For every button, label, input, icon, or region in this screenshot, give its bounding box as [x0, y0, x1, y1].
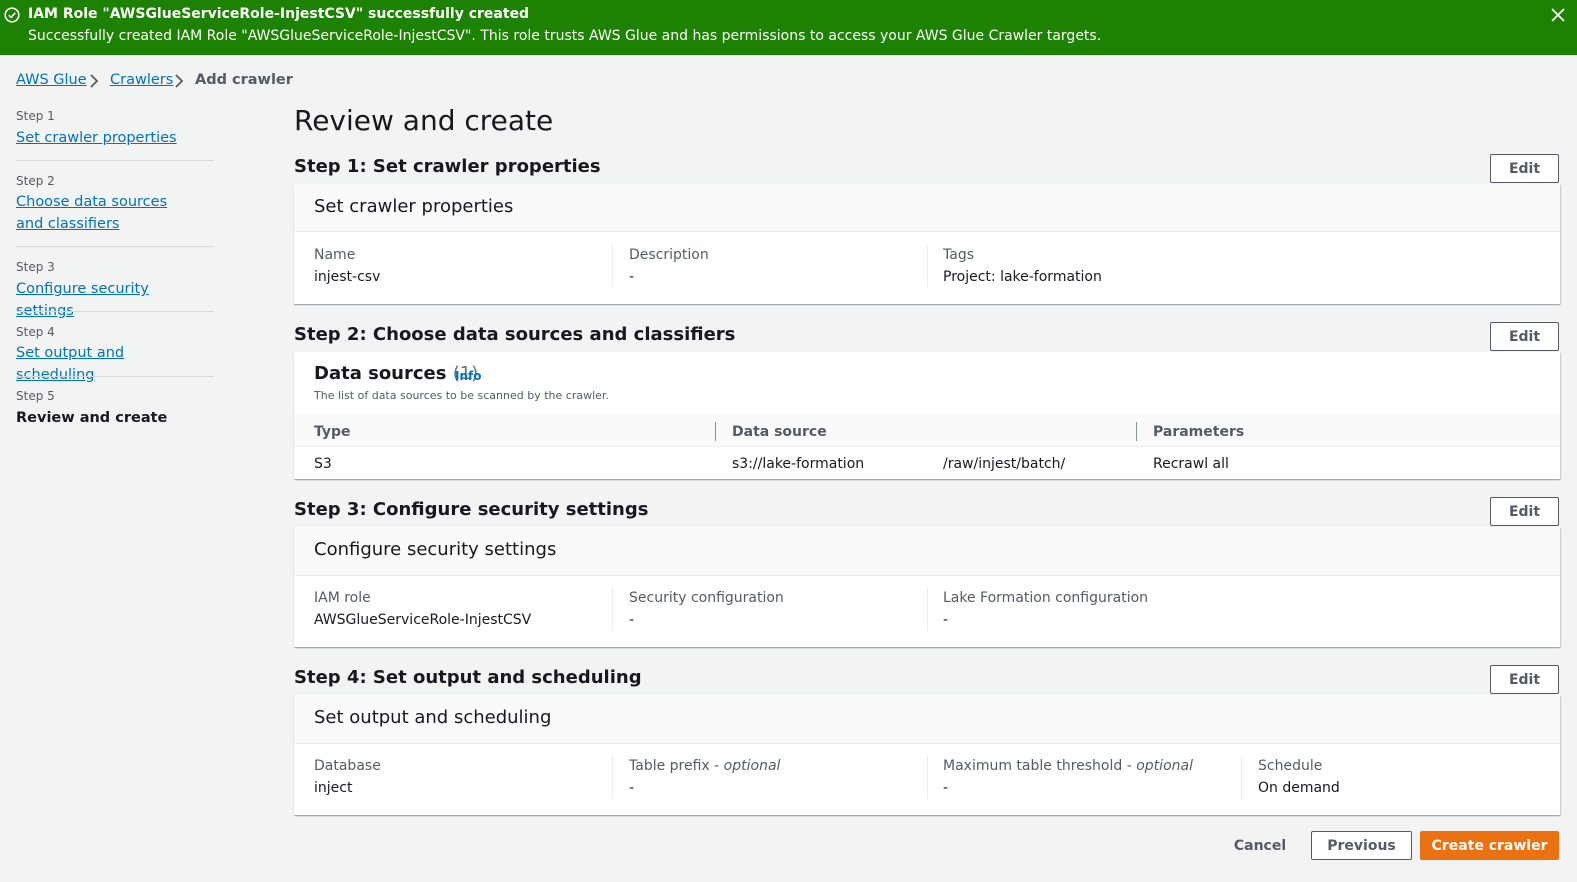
- chevron-right-icon: [175, 74, 184, 88]
- edit-step-1-button[interactable]: Edit: [1490, 154, 1559, 183]
- column-divider: [927, 587, 928, 631]
- description-value: -: [629, 269, 635, 285]
- step-2-heading: Step 2: Choose data sources and classifi…: [294, 324, 736, 345]
- max-table-threshold-value: -: [943, 780, 949, 796]
- edit-step-4-button[interactable]: Edit: [1490, 665, 1559, 694]
- column-divider: [927, 755, 928, 799]
- close-icon[interactable]: [1549, 6, 1567, 24]
- card-title: Set output and scheduling: [314, 707, 552, 728]
- nav-divider: [16, 311, 214, 312]
- column-divider: [927, 245, 928, 287]
- max-table-threshold-label: Maximum table threshold - optional: [943, 758, 1193, 774]
- iam-role-value: AWSGlueServiceRole-InjestCSV: [314, 612, 532, 628]
- nav-step-1-number: Step 1: [16, 109, 55, 123]
- nav-step-2-number: Step 2: [16, 174, 55, 188]
- cancel-button[interactable]: Cancel: [1222, 831, 1298, 860]
- nav-step-4-number: Step 4: [16, 325, 55, 339]
- schedule-label: Schedule: [1258, 758, 1323, 774]
- info-link[interactable]: Info: [455, 369, 481, 383]
- step-3-heading: Step 3: Configure security settings: [294, 499, 649, 520]
- column-divider: [612, 245, 613, 287]
- column-resize-handle[interactable]: [715, 422, 716, 441]
- card-header: Configure security settings: [294, 527, 1560, 576]
- column-header-parameters: Parameters: [1153, 424, 1245, 440]
- optional-tag: optional: [1136, 758, 1193, 774]
- nav-step-1-link[interactable]: Set crawler properties: [16, 130, 177, 146]
- crawler-properties-card: Set crawler properties Name injest-csv D…: [294, 184, 1560, 304]
- data-sources-card: Data sources (1) Info The list of data s…: [294, 352, 1560, 479]
- nav-step-5-number: Step 5: [16, 389, 55, 403]
- step-4-heading: Step 4: Set output and scheduling: [294, 667, 642, 688]
- description-label: Description: [629, 247, 709, 263]
- edit-step-3-button[interactable]: Edit: [1490, 497, 1559, 526]
- nav-step-3-number: Step 3: [16, 260, 55, 274]
- name-value: injest-csv: [314, 269, 381, 285]
- step-1-heading: Step 1: Set crawler properties: [294, 156, 601, 177]
- edit-step-2-button[interactable]: Edit: [1490, 322, 1559, 351]
- lake-formation-configuration-value: -: [943, 612, 949, 628]
- tags-value: Project: lake-formation: [943, 269, 1102, 285]
- table-prefix-value: -: [629, 780, 635, 796]
- row-source-path: /raw/injest/batch/: [943, 456, 1066, 472]
- column-resize-handle[interactable]: [1136, 422, 1137, 441]
- nav-step-5-current: Review and create: [16, 410, 168, 426]
- column-divider: [612, 587, 613, 631]
- database-value: inject: [314, 780, 353, 796]
- row-source-bucket: s3://lake-formation: [732, 456, 865, 472]
- max-table-threshold-label-text: Maximum table threshold: [943, 758, 1123, 774]
- chevron-right-icon: [90, 74, 99, 88]
- nav-divider: [16, 160, 214, 161]
- previous-button[interactable]: Previous: [1311, 831, 1412, 860]
- card-title: Configure security settings: [314, 539, 557, 560]
- table-header-row: [294, 414, 1560, 447]
- name-label: Name: [314, 247, 356, 263]
- breadcrumb-add-crawler: Add crawler: [195, 72, 293, 88]
- column-divider: [1241, 755, 1242, 799]
- database-label: Database: [314, 758, 381, 774]
- column-divider: [612, 755, 613, 799]
- data-sources-description: The list of data sources to be scanned b…: [314, 389, 609, 402]
- row-type: S3: [314, 456, 332, 472]
- card-title: Set crawler properties: [314, 196, 514, 217]
- nav-step-2-link[interactable]: Choose data sources and classifiers: [16, 194, 167, 232]
- table-prefix-label-text: Table prefix: [629, 758, 710, 774]
- security-configuration-value: -: [629, 612, 635, 628]
- data-sources-title: Data sources (1): [314, 363, 478, 384]
- check-circle-icon: [4, 7, 20, 23]
- breadcrumb-crawlers[interactable]: Crawlers: [110, 72, 173, 88]
- row-parameters: Recrawl all: [1153, 456, 1229, 472]
- column-header-type: Type: [314, 424, 351, 440]
- lake-formation-configuration-label: Lake Formation configuration: [943, 590, 1149, 606]
- iam-role-label: IAM role: [314, 590, 371, 606]
- nav-step-4-link[interactable]: Set output and scheduling: [16, 345, 124, 383]
- data-sources-title-text: Data sources: [314, 363, 447, 384]
- nav-divider: [16, 376, 214, 377]
- schedule-value: On demand: [1258, 780, 1340, 796]
- tags-label: Tags: [943, 247, 974, 263]
- security-configuration-label: Security configuration: [629, 590, 784, 606]
- create-crawler-button[interactable]: Create crawler: [1420, 831, 1559, 860]
- table-prefix-label: Table prefix - optional: [629, 758, 781, 774]
- card-header: Set output and scheduling: [294, 695, 1560, 744]
- flash-message: Successfully created IAM Role "AWSGlueSe…: [28, 28, 1102, 44]
- success-flash-banner: IAM Role "AWSGlueServiceRole-InjestCSV" …: [0, 0, 1577, 55]
- breadcrumb-aws-glue[interactable]: AWS Glue: [16, 72, 87, 88]
- page-title: Review and create: [294, 104, 554, 137]
- output-scheduling-card: Set output and scheduling Database injec…: [294, 695, 1560, 815]
- nav-divider: [16, 246, 214, 247]
- card-header: Set crawler properties: [294, 184, 1560, 232]
- flash-title: IAM Role "AWSGlueServiceRole-InjestCSV" …: [28, 6, 530, 22]
- nav-step-3-link[interactable]: Configure security settings: [16, 281, 149, 319]
- security-settings-card: Configure security settings IAM role AWS…: [294, 527, 1560, 647]
- optional-tag: optional: [723, 758, 781, 774]
- column-header-data-source: Data source: [732, 424, 827, 440]
